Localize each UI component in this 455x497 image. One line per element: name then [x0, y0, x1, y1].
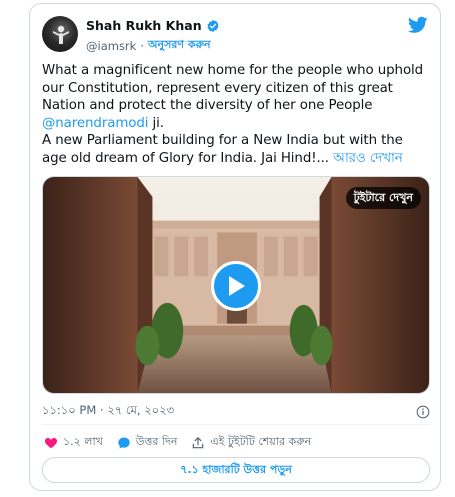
reply-action[interactable]: উত্তর দিন [117, 433, 177, 452]
timestamp-row: ১১:১০ PM · ২৭ মে, ২০২৩ [42, 402, 430, 421]
tweet-line-3: Nation and protect the diversity of her … [42, 98, 373, 114]
read-replies-button[interactable]: ৭.১ হাজারটি উত্তর পড়ুন [42, 457, 430, 483]
author-name-row[interactable]: Shah Rukh Khan [86, 18, 220, 33]
tweet-card[interactable]: Shah Rukh Khan @iamsrk · অনুসরণ করুন Wha… [29, 3, 441, 491]
play-button[interactable] [211, 261, 261, 311]
like-count: ১.২ লাখ [63, 435, 103, 448]
play-icon [229, 276, 245, 296]
share-label: এই টুইটটি শেয়ার করুন [210, 435, 312, 448]
tweet-line-1: What a magnificent new home for the peop… [42, 63, 424, 78]
like-action[interactable]: ১.২ লাখ [44, 433, 103, 452]
divider [42, 424, 430, 425]
reply-label: উত্তর দিন [135, 435, 178, 448]
share-upload-icon [193, 436, 204, 448]
tweet-line-6-text: age old dream of Glory for India. Jai Hi… [42, 150, 334, 166]
avatar[interactable] [42, 16, 78, 52]
info-icon[interactable] [416, 405, 430, 419]
share-action[interactable]: এই টুইটটি শেয়ার করুন [191, 433, 311, 452]
tweet-line-5: A new Parliament building for a New Indi… [42, 133, 403, 149]
tweet-line-4: @narendramodi ji. [42, 115, 434, 133]
mention-suffix: ji. [148, 115, 165, 131]
video-thumbnail[interactable]: টুইটারে দেখুন [42, 176, 430, 394]
avatar-figure-icon [53, 25, 69, 44]
verified-badge-icon [207, 19, 219, 32]
tweet-text: What a magnificent new home for the peop… [42, 62, 434, 168]
author-handle[interactable]: @iamsrk [86, 39, 136, 53]
heart-icon [44, 437, 58, 448]
tweet-line-2: our Constitution, represent every citize… [42, 80, 393, 96]
tweet-timestamp[interactable]: ১১:১০ PM · ২৭ মে, ২০২৩ [42, 402, 174, 421]
watch-on-twitter-badge[interactable]: টুইটারে দেখুন [345, 187, 421, 209]
reply-bubble-icon [118, 436, 130, 449]
twitter-bird-icon[interactable] [408, 16, 428, 34]
mention-link[interactable]: @narendramodi [42, 116, 148, 131]
author-handle-row: @iamsrk · অনুসরণ করুন [86, 36, 211, 55]
tweet-line-6: age old dream of Glory for India. Jai Hi… [42, 150, 434, 168]
tweet-actions: ১.২ লাখ উত্তর দিন এই টুইটটি শেয়ার করুন [44, 433, 311, 452]
follow-link[interactable]: অনুসরণ করুন [148, 36, 211, 55]
read-more-link[interactable]: আরও দেখান [333, 151, 403, 166]
author-name[interactable]: Shah Rukh Khan [86, 18, 202, 33]
separator-dot: · [140, 38, 144, 53]
